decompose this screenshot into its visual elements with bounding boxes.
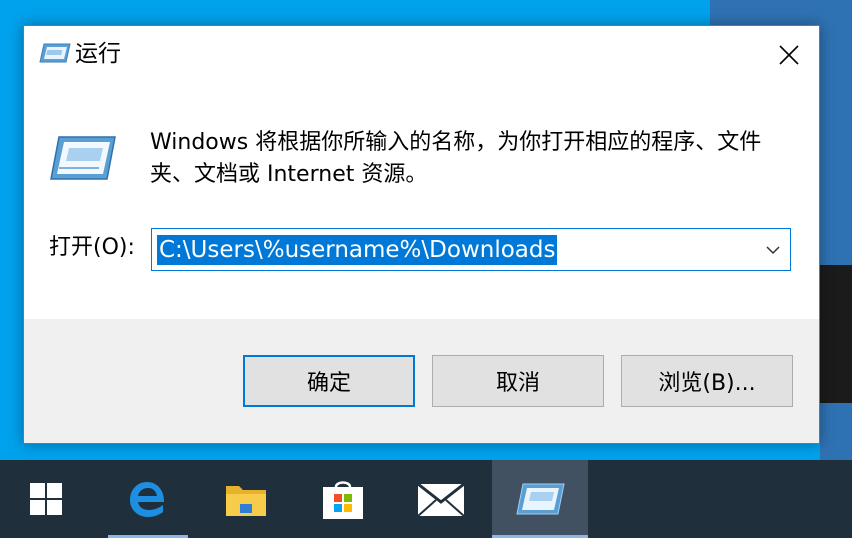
- background-window-area: [820, 265, 852, 403]
- file-explorer-icon: [226, 486, 266, 516]
- open-label: 打开(O):: [49, 235, 135, 260]
- taskbar-run[interactable]: [492, 460, 588, 538]
- taskbar: [0, 460, 852, 538]
- run-icon: [516, 483, 565, 515]
- ok-button[interactable]: 确定: [243, 355, 415, 407]
- open-combobox[interactable]: C:\Users\%username%\Downloads: [151, 228, 791, 271]
- window-title: 运行: [75, 41, 121, 67]
- store-icon: [323, 481, 363, 519]
- mail-icon: [417, 482, 465, 517]
- description-text: Windows 将根据你所输入的名称，为你打开相应的程序、文件夹、文档或 Int…: [150, 130, 762, 187]
- run-icon: [39, 43, 71, 63]
- edge-icon: [130, 482, 164, 517]
- taskbar-mail[interactable]: [400, 460, 482, 538]
- title-bar[interactable]: 运行: [24, 26, 819, 83]
- close-icon: [779, 44, 799, 65]
- cancel-button[interactable]: 取消: [432, 355, 604, 407]
- background-window-area: [820, 403, 852, 460]
- taskbar-edge[interactable]: [108, 460, 188, 538]
- taskbar-store[interactable]: [302, 460, 384, 538]
- dialog-content: Windows 将根据你所输入的名称，为你打开相应的程序、文件夹、文档或 Int…: [24, 83, 819, 319]
- close-button[interactable]: [759, 26, 819, 83]
- start-button[interactable]: [0, 460, 92, 538]
- browse-button[interactable]: 浏览(B)...: [621, 355, 793, 407]
- run-icon: [50, 136, 116, 180]
- run-dialog: 运行 Windows 将根据你所输入的名称，为你打开相应的程序、文件夹、文档或 …: [23, 25, 820, 444]
- chevron-down-icon[interactable]: [764, 241, 782, 259]
- start-icon: [30, 483, 62, 515]
- open-input-value[interactable]: C:\Users\%username%\Downloads: [157, 235, 558, 265]
- taskbar-file-explorer[interactable]: [205, 460, 287, 538]
